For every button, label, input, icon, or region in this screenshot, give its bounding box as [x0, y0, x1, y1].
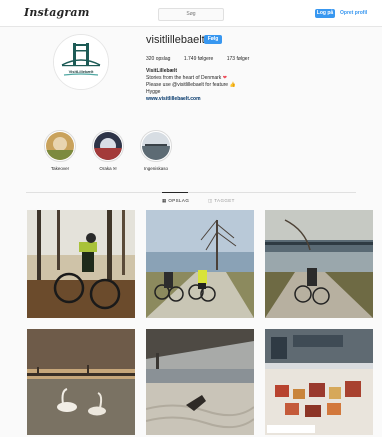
posts-count: 320 opslag [146, 56, 171, 62]
post-image [265, 329, 373, 435]
tab-tagged[interactable]: ◫ TAGGET [208, 198, 235, 204]
bridge-logo-icon [54, 35, 108, 89]
post-thumbnail[interactable] [146, 210, 254, 318]
envelope-icon: ✉ [112, 166, 117, 171]
highlight-ring[interactable] [92, 130, 124, 162]
post-thumbnail[interactable] [146, 329, 254, 437]
highlight-ring[interactable] [140, 130, 172, 162]
following-count[interactable]: 173 følger [227, 56, 250, 62]
top-navigation-bar: Instagram Log på Opret profil [0, 0, 382, 27]
bio-line: Hygge [146, 89, 161, 95]
followers-count[interactable]: 1.749 følgere [184, 56, 213, 62]
highlight-cover-image [46, 132, 74, 160]
highlight-label: Ingeniskaso [143, 166, 169, 171]
highlight-cover-image [142, 132, 170, 160]
profile-avatar: VisitLillebælt [53, 34, 109, 90]
tagged-person-icon: ◫ [208, 198, 213, 203]
post-image [265, 210, 373, 318]
search-input[interactable] [158, 8, 224, 21]
post-image [27, 210, 135, 318]
heart-icon: ❤ [222, 75, 227, 81]
story-highlight[interactable]: Oraka ✉ [88, 130, 128, 172]
bio-line: Please use @visitlillebaelt for feature … [146, 82, 316, 89]
bio-name: VisitLillebælt [146, 68, 178, 74]
bio-website-link[interactable]: www.visitlillebaelt.com [146, 96, 316, 103]
post-image [146, 329, 254, 435]
active-tab-indicator [162, 192, 188, 193]
bio-line-text: Please use @visitlillebaelt for feature [146, 82, 229, 88]
highlight-label: Takeover [50, 166, 70, 171]
story-highlight[interactable]: Ingeniskaso [136, 130, 176, 171]
highlight-label: Oraka ✉ [88, 166, 128, 172]
bio-line-text: Stories from the heart of Denmark [146, 75, 222, 81]
tab-tagged-label: TAGGET [214, 198, 235, 203]
post-thumbnail[interactable] [27, 329, 135, 437]
highlight-label-text: Oraka [99, 166, 112, 171]
follow-button[interactable]: Følg [204, 35, 222, 44]
signup-link[interactable]: Opret profil [340, 9, 367, 18]
tab-posts-label: OPSLAG [168, 198, 190, 203]
story-highlight[interactable]: Takeover [40, 130, 80, 171]
profile-username: visitlillebaelt [146, 34, 205, 46]
instagram-logo[interactable]: Instagram [24, 6, 90, 19]
post-thumbnail[interactable] [265, 329, 373, 437]
grid-icon: ▦ [162, 198, 167, 203]
profile-stats: 320 opslag 1.749 følgere 173 følger [146, 56, 261, 62]
avatar-brand-text: VisitLillebælt [68, 69, 94, 74]
tab-divider [26, 192, 356, 193]
post-image [146, 210, 254, 318]
post-thumbnail[interactable] [265, 210, 373, 318]
highlight-ring[interactable] [44, 130, 76, 162]
highlight-cover-image [94, 132, 122, 160]
thumbs-up-icon: 👍 [229, 82, 236, 88]
profile-bio: VisitLillebælt Stories from the heart of… [146, 68, 316, 103]
login-button[interactable]: Log på [315, 9, 335, 18]
tab-posts[interactable]: ▦ OPSLAG [162, 198, 189, 204]
post-image [27, 329, 135, 435]
post-thumbnail[interactable] [27, 210, 135, 318]
bio-line: Stories from the heart of Denmark ❤ [146, 75, 316, 82]
